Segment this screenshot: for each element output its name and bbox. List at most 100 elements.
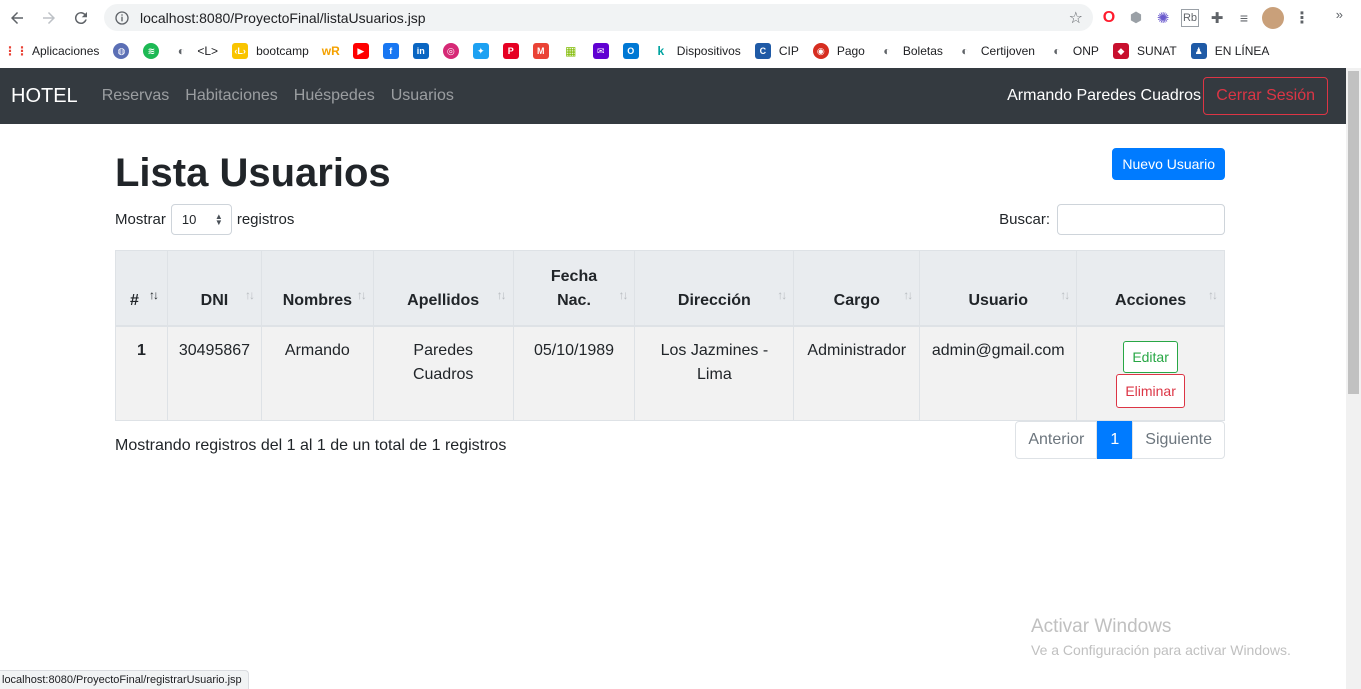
bookmark-item[interactable]: ⋮⋮ Aplicaciones xyxy=(4,39,99,63)
column-header-nombres[interactable]: Nombres ↑↓ xyxy=(260,250,374,327)
youtube-icon: ▶ xyxy=(352,43,369,59)
new-user-button[interactable]: Nuevo Usuario xyxy=(1112,148,1225,180)
bookmark-label: CIP xyxy=(778,44,799,58)
menu-dots-icon[interactable]: ⋮ xyxy=(1293,9,1311,27)
bookmark-item[interactable]: O xyxy=(622,39,639,63)
bookmark-item[interactable]: P xyxy=(502,39,519,63)
wr-icon: wR xyxy=(321,44,340,58)
cell-acciones: Editar Eliminar xyxy=(1076,325,1225,421)
bookmark-item[interactable]: ✉ xyxy=(592,39,609,63)
bookmark-item[interactable]: ▶ xyxy=(352,39,369,63)
bookmark-item[interactable]: f xyxy=(382,39,399,63)
twitter-icon: ✦ xyxy=(472,43,489,59)
spotify-icon: ≋ xyxy=(143,43,160,59)
bookmark-item[interactable]: ◐ Boletas xyxy=(879,39,943,63)
bookmark-label: <L> xyxy=(197,44,219,58)
column-header-apellidos[interactable]: Apellidos ↑↓ xyxy=(372,250,514,327)
bookmark-item[interactable]: ≋ xyxy=(143,39,160,63)
more-bookmarks-icon[interactable]: » xyxy=(1336,7,1343,22)
bookmark-item[interactable]: ◎ xyxy=(442,39,459,63)
column-header-label: Apellidos xyxy=(407,291,480,309)
world-icon: ◐ xyxy=(1053,44,1061,58)
cell-num: 1 xyxy=(115,325,168,421)
bookmark-label: Certijoven xyxy=(980,44,1035,58)
info-icon xyxy=(115,10,129,25)
bookmark-item[interactable]: ◆ SUNAT xyxy=(1112,39,1177,63)
sort-icon: ↑↓ xyxy=(1208,287,1218,302)
logout-button[interactable]: Cerrar Sesión xyxy=(1203,77,1328,115)
yahoo-mail-icon: ✉ xyxy=(592,43,609,59)
bookmark-item[interactable]: ◐ Certijoven xyxy=(957,39,1035,63)
column-header-dni[interactable]: DNI ↑↓ xyxy=(166,250,262,327)
cell-usuario: admin@gmail.com xyxy=(919,325,1078,421)
pagination: Anterior 1 Siguiente xyxy=(1015,421,1225,459)
search-label: Buscar: xyxy=(999,211,1050,228)
playlist-icon[interactable]: ≡ xyxy=(1235,9,1253,27)
forward-button[interactable] xyxy=(33,2,65,34)
column-header-direccion[interactable]: Dirección ↑↓ xyxy=(634,250,795,327)
page-length-select[interactable]: 10 ▲ ▼ xyxy=(170,204,232,235)
watermark-title: Activar Windows xyxy=(1031,616,1172,637)
reload-button[interactable] xyxy=(65,2,97,34)
bookmark-item[interactable]: C CIP xyxy=(754,39,799,63)
sort-icon: ↑↓ xyxy=(618,287,628,302)
nav-link-habitaciones[interactable]: Habitaciones xyxy=(185,87,278,105)
nav-link-usuarios[interactable]: Usuarios xyxy=(391,87,454,105)
bookmark-item[interactable]: ◐ <L> xyxy=(173,39,218,63)
sunat-icon: ◆ xyxy=(1112,43,1129,59)
edit-button[interactable]: Editar xyxy=(1123,340,1178,373)
nav-link-reservas[interactable]: Reservas xyxy=(102,87,170,105)
brand-logo[interactable]: HOTEL xyxy=(11,85,78,108)
address-bar[interactable]: localhost:8080/ProyectoFinal/listaUsuari… xyxy=(104,4,1093,31)
bookmark-item[interactable]: ◉ Pago xyxy=(812,39,865,63)
bookmark-label: SUNAT xyxy=(1136,44,1177,58)
table-info: Mostrando registros del 1 al 1 de un tot… xyxy=(115,437,507,454)
page-scrollbar[interactable] xyxy=(1346,68,1361,689)
bookmark-item[interactable]: ‹L› bootcamp xyxy=(232,39,309,63)
app-navbar: HOTEL Reservas Habitaciones Huéspedes Us… xyxy=(0,68,1361,124)
select-arrows-icon: ▲ ▼ xyxy=(214,211,223,227)
bookmark-item[interactable]: ▦ xyxy=(563,39,579,63)
bookmark-item[interactable]: ◍ xyxy=(113,39,130,63)
pagination-next[interactable]: Siguiente xyxy=(1132,421,1225,459)
arrow-right-icon xyxy=(43,11,55,24)
table-row: 1 30495867 Armando Paredes Cuadros 05/10… xyxy=(115,325,1225,421)
gmail-icon: M xyxy=(532,43,549,59)
bookmark-item[interactable]: wR xyxy=(321,39,340,63)
column-header-cargo[interactable]: Cargo ↑↓ xyxy=(793,250,921,327)
shield-icon[interactable]: ⬢ xyxy=(1127,9,1145,27)
pagination-page[interactable]: 1 xyxy=(1097,421,1133,459)
column-header-label: Acciones xyxy=(1115,291,1187,309)
search-input[interactable] xyxy=(1057,204,1225,235)
bookmark-item[interactable]: ◐ ONP xyxy=(1049,39,1099,63)
bookmark-item[interactable]: ♟ EN LÍNEA xyxy=(1190,39,1269,63)
pagination-previous[interactable]: Anterior xyxy=(1015,421,1098,459)
bookmark-star-icon[interactable]: ☆ xyxy=(1069,8,1083,28)
column-header-num[interactable]: # ↑↓ xyxy=(115,250,168,327)
snowflake-icon[interactable]: ✺ xyxy=(1154,9,1172,27)
puzzle-icon[interactable]: ✚ xyxy=(1208,9,1226,27)
bookmark-item[interactable]: k Dispositivos xyxy=(653,39,740,63)
bookmark-item[interactable]: M xyxy=(532,39,549,63)
extensions-bar: O ⬢ ✺ Rb ✚ ≡ ⋮ xyxy=(1100,4,1311,31)
avatar[interactable] xyxy=(1262,6,1284,29)
column-header-acciones[interactable]: Acciones ↑↓ xyxy=(1076,250,1225,327)
opera-icon[interactable]: O xyxy=(1100,9,1118,27)
column-header-usuario[interactable]: Usuario ↑↓ xyxy=(919,250,1078,327)
back-button[interactable] xyxy=(1,2,33,34)
rb-icon[interactable]: Rb xyxy=(1181,8,1199,27)
sort-icon: ↑↓ xyxy=(903,287,913,302)
column-header-fecha[interactable]: Fecha Nac. ↑↓ xyxy=(512,250,636,327)
delete-button[interactable]: Eliminar xyxy=(1116,373,1185,408)
bookmark-item[interactable]: ✦ xyxy=(472,39,489,63)
nav-link-huespedes[interactable]: Huéspedes xyxy=(294,87,375,105)
scrollbar-thumb[interactable] xyxy=(1348,71,1359,394)
sort-icon: ↑↓ xyxy=(1060,287,1070,302)
cell-direccion-text: Los Jazmines - Lima xyxy=(660,341,769,383)
microsoft-icon: ▦ xyxy=(565,44,577,58)
linkedin-icon: in xyxy=(412,43,429,59)
sort-icon: ↑↓ xyxy=(244,287,255,302)
bookmark-item[interactable]: in xyxy=(412,39,429,63)
k-icon: k xyxy=(657,44,665,58)
cell-apellidos-text: Paredes Cuadros xyxy=(412,341,474,383)
